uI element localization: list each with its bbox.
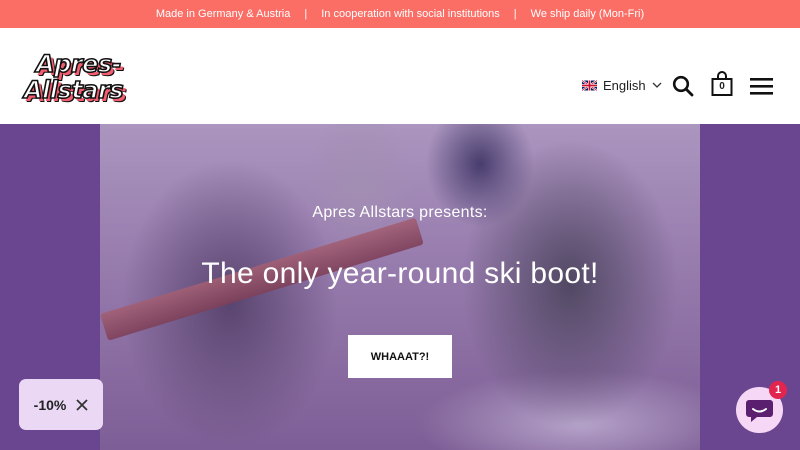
announcement-item: In cooperation with social institutions bbox=[321, 8, 500, 20]
discount-label: -10% bbox=[33, 396, 67, 413]
chat-bubble-icon bbox=[746, 400, 773, 422]
hamburger-menu-icon[interactable] bbox=[750, 78, 773, 95]
hero-cta-button[interactable]: WHAAAT?! bbox=[348, 335, 452, 378]
search-icon[interactable] bbox=[672, 75, 694, 97]
announcement-separator: | bbox=[304, 8, 308, 20]
cart-button[interactable]: 0 bbox=[710, 71, 734, 97]
announcement-item: We ship daily (Mon-Fri) bbox=[530, 8, 645, 20]
announcement-bar: Made in Germany & Austria | In cooperati… bbox=[0, 0, 800, 28]
announcement-item: Made in Germany & Austria bbox=[155, 8, 291, 20]
uk-flag-icon bbox=[582, 79, 597, 91]
language-label: English bbox=[603, 77, 646, 93]
chat-notification-badge: 1 bbox=[769, 381, 787, 399]
discount-popup[interactable]: -10% bbox=[19, 379, 103, 430]
close-icon[interactable] bbox=[76, 398, 88, 411]
hero-banner: Apres Allstars presents: The only year-r… bbox=[0, 124, 800, 450]
hero-title: The only year-round ski boot! bbox=[201, 257, 599, 290]
logo-line: Allstars bbox=[23, 76, 124, 104]
chevron-down-icon bbox=[652, 82, 662, 88]
site-header: Apres- Allstars English 0 bbox=[0, 28, 800, 124]
cart-count: 0 bbox=[719, 81, 725, 92]
language-selector[interactable]: English bbox=[582, 76, 662, 94]
logo-line: Apres- bbox=[35, 50, 122, 78]
site-logo[interactable]: Apres- Allstars bbox=[22, 50, 144, 110]
announcement-separator: | bbox=[513, 8, 517, 20]
hero-subtitle: Apres Allstars presents: bbox=[312, 204, 488, 221]
